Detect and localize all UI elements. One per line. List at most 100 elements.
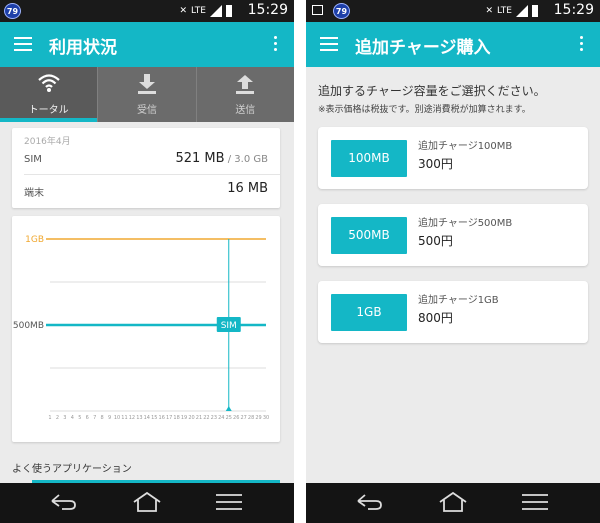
chart-x-tick-label: 18 [173,415,179,421]
option-price: 800円 [418,311,453,325]
back-icon[interactable] [48,491,78,513]
notification-badge: 79 [4,3,21,19]
chart-x-tick-label: 28 [248,415,254,421]
chart-x-tick-label: 10 [114,415,120,421]
chart-y-tick-label: 1GB [25,235,44,245]
chart-x-tick-label: 20 [188,415,194,421]
notification-badge: 79 [333,3,350,19]
sim-label: SIM [24,154,42,165]
chart-sim-marker-label: SIM [221,321,237,331]
chart-x-tick-label: 7 [93,415,96,421]
chart-x-tick-label: 12 [129,415,135,421]
tax-note: ※表示価格は税抜です。別途消費税が加算されます。 [318,105,531,115]
page-title: 利用状況 [49,38,117,58]
usage-period: 2016年4月 [24,137,71,147]
option-name: 追加チャージ1GB [418,295,499,306]
chart-x-tick-label: 16 [159,415,165,421]
app-bar: 追加チャージ購入 [306,22,600,67]
chart-x-tick-label: 14 [144,415,150,421]
chart-x-tick-label: 29 [255,415,261,421]
wifi-icon [37,74,60,92]
chart-x-tick-label: 26 [233,415,239,421]
chart-x-tick-label: 9 [108,415,111,421]
download-icon [137,74,156,94]
app-bar: 利用状況 [0,22,294,67]
status-icons: ✕ LTE [179,4,232,18]
tab-bar: トータル 受信 送信 [0,67,294,122]
tab-sent[interactable]: 送信 [197,67,294,122]
usage-chart: 1GB500MB SIM1 2 3 4 5 6 7 8 9 10 11 12 13 14 15 16 17 18 19… [13,235,269,421]
recent-apps-icon[interactable] [214,491,244,513]
mute-icon: ✕ [485,6,494,16]
battery-icon [532,5,538,17]
charge-1gb-button[interactable]: 1GB [331,294,407,331]
home-icon[interactable] [132,491,162,513]
mute-icon: ✕ [179,6,188,16]
usage-screen: 79 ✕ LTE 15:29 利用状況 トータル 受信 送信 2016年4月 S… [0,0,294,523]
more-options-icon[interactable] [274,36,278,54]
chart-x-tick-label: 15 [151,415,157,421]
chart-x-tick-label: 24 [218,415,224,421]
tab-total[interactable]: トータル [0,67,99,122]
chart-x-tick-label: 30 [263,415,269,421]
charge-screen: 79 ✕ LTE 15:29 追加チャージ購入 追加するチャージ容量をご選択くだ… [306,0,600,523]
lte-icon: LTE [191,6,206,16]
chart-x-tick-label: 25 [226,415,232,421]
recent-apps-icon[interactable] [520,491,550,513]
tab-sent-label: 送信 [235,105,256,116]
charge-option-1gb[interactable]: 1GB 追加チャージ1GB 800円 [318,281,588,343]
chart-x-tick-label: 3 [63,415,66,421]
home-icon[interactable] [438,491,468,513]
menu-icon[interactable] [320,37,338,51]
chart-x-tick-label: 22 [203,415,209,421]
chart-x-tick-label: 1 [48,415,51,421]
option-price: 500円 [418,234,453,248]
divider [24,174,280,175]
nav-bar [0,483,294,523]
chart-x-tick-label: 13 [136,415,142,421]
chart-x-tick-label: 21 [196,415,202,421]
device-usage-row: 端末 16 MB [24,178,268,204]
menu-icon[interactable] [14,37,32,51]
status-clock: 15:29 [553,2,594,18]
status-bar: 79 ✕ LTE 15:29 [0,0,294,22]
device-value: 16 MB [227,181,268,196]
lte-icon: LTE [497,6,512,16]
status-icons: ✕ LTE [485,4,538,18]
chart-x-tick-label: 5 [78,415,81,421]
charge-option-500mb[interactable]: 500MB 追加チャージ500MB 500円 [318,204,588,266]
chart-y-tick-label: 500MB [13,321,44,331]
usage-card: 2016年4月 SIM 521 MB / 3.0 GB 端末 16 MB [12,128,280,208]
chart-x-tick-label: 6 [86,415,89,421]
upload-icon [236,75,255,94]
section-title: よく使うアプリケーション [12,464,132,475]
device-label: 端末 [24,188,44,199]
tab-received[interactable]: 受信 [98,67,197,122]
charge-100mb-button[interactable]: 100MB [331,140,407,177]
chart-current-day-marker [225,406,232,411]
back-icon[interactable] [354,491,384,513]
signal-icon [210,5,222,17]
nav-bar [306,483,600,523]
chart-x-tick-label: 4 [71,415,74,421]
chart-x-tick-label: 2 [56,415,59,421]
charge-500mb-button[interactable]: 500MB [331,217,407,254]
usage-chart-card: 1GB 500MB SIM 1 2 3 4 5 6 7 8 9 10 11 12 13 14 15 16 17 18 19… [12,216,280,442]
charge-prompt: 追加するチャージ容量をご選択ください。 [318,84,546,98]
tab-received-label: 受信 [136,105,157,116]
battery-icon [226,5,232,17]
status-bar: 79 ✕ LTE 15:29 [306,0,600,22]
option-name: 追加チャージ100MB [418,141,513,152]
more-options-icon[interactable] [580,36,584,54]
chart-x-tick-label: 17 [166,415,172,421]
signal-icon [516,5,528,17]
sim-total: / 3.0 GB [224,154,268,165]
image-notification-icon [312,5,323,15]
sim-value: 521 MB / 3.0 GB [175,151,268,166]
chart-x-tick-label: 27 [240,415,246,421]
chart-x-tick-label: 19 [181,415,187,421]
chart-x-tick-label: 8 [101,415,104,421]
option-price: 300円 [418,157,453,171]
charge-option-100mb[interactable]: 100MB 追加チャージ100MB 300円 [318,127,588,189]
chart-x-tick-label: 23 [211,415,217,421]
